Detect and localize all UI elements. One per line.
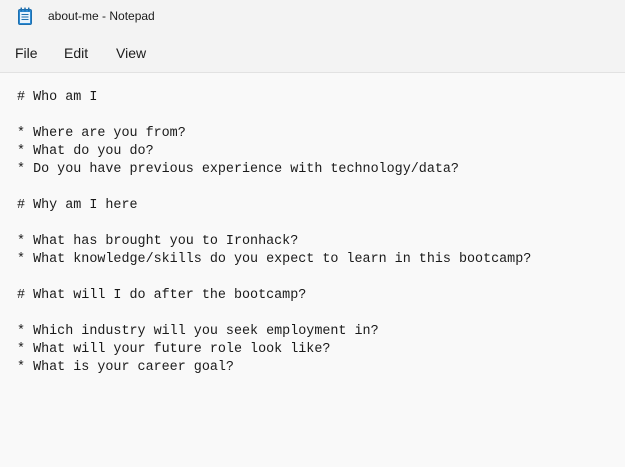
text-line: [17, 215, 617, 233]
title-bar[interactable]: about-me - Notepad: [0, 0, 625, 34]
text-editor[interactable]: # Who am I * Where are you from? * What …: [0, 73, 625, 467]
notepad-icon: [18, 7, 32, 25]
text-line: * What is your career goal?: [17, 360, 234, 375]
text-line: # Who am I: [17, 90, 98, 105]
text-line: * Do you have previous experience with t…: [17, 162, 459, 177]
text-line: [17, 107, 617, 125]
text-line: * What has brought you to Ironhack?: [17, 234, 299, 249]
text-line: [17, 305, 617, 323]
text-line: * What will your future role look like?: [17, 342, 331, 357]
window-title: about-me - Notepad: [48, 9, 155, 23]
text-line: [17, 269, 617, 287]
menu-file[interactable]: File: [15, 45, 38, 61]
text-line: # Why am I here: [17, 198, 138, 213]
text-line: # What will I do after the bootcamp?: [17, 288, 307, 303]
text-line: * What do you do?: [17, 144, 154, 159]
editor-content[interactable]: # Who am I * Where are you from? * What …: [17, 89, 617, 377]
text-line: * Where are you from?: [17, 126, 186, 141]
text-line: * What knowledge/skills do you expect to…: [17, 252, 532, 267]
text-line: [17, 179, 617, 197]
menu-bar: File Edit View: [0, 34, 625, 73]
text-line: * Which industry will you seek employmen…: [17, 324, 379, 339]
menu-edit[interactable]: Edit: [64, 45, 88, 61]
menu-view[interactable]: View: [116, 45, 146, 61]
